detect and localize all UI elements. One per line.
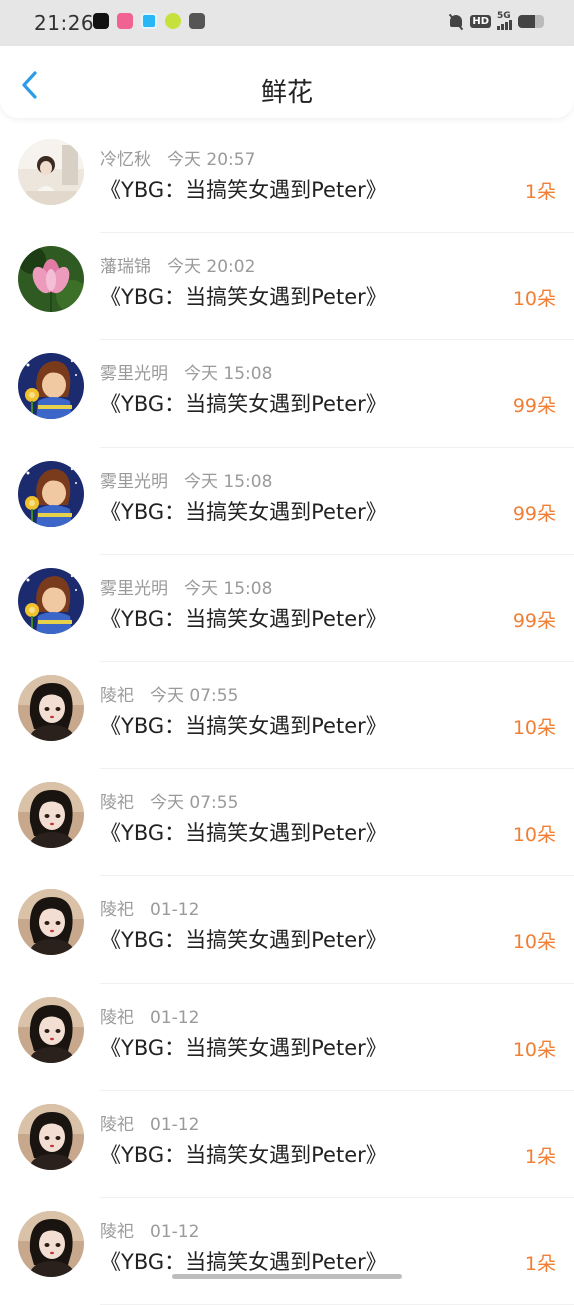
book-title[interactable]: 《YBG：当搞笑女遇到Peter》: [100, 281, 387, 311]
flower-count: 1朵: [524, 181, 556, 203]
flower-count: 10朵: [512, 1038, 556, 1061]
avatar[interactable]: [18, 567, 84, 634]
timestamp: 01-12: [150, 900, 200, 921]
avatar[interactable]: [18, 460, 84, 527]
mute-icon: [448, 13, 464, 30]
timestamp: 今天 15:08: [184, 578, 273, 599]
page-title: 鲜花: [260, 78, 313, 108]
list-item[interactable]: 陵祀 今天 07:55 《YBG：当搞笑女遇到Peter》 10朵: [0, 769, 574, 877]
list-item[interactable]: 陵祀 01-12 《YBG：当搞笑女遇到Peter》 10朵: [0, 876, 574, 984]
flower-count: 10朵: [512, 824, 556, 847]
flower-count: 1朵: [524, 1252, 556, 1275]
timestamp: 今天 07:55: [150, 685, 239, 706]
hd-badge: HD: [470, 15, 491, 28]
flower-count: 99朵: [512, 502, 556, 525]
avatar[interactable]: [18, 889, 84, 956]
book-title[interactable]: 《YBG：当搞笑女遇到Peter》: [100, 388, 387, 418]
avatar[interactable]: [18, 1103, 84, 1170]
app-icon: [189, 13, 205, 29]
list-item[interactable]: 陵祀 01-12 《YBG：当搞笑女遇到Peter》 1朵: [0, 1091, 574, 1199]
book-title[interactable]: 《YBG：当搞笑女遇到Peter》: [100, 1246, 387, 1276]
list-item[interactable]: 藩瑞锦 今天 20:02 《YBG：当搞笑女遇到Peter》 10朵: [0, 233, 574, 341]
flower-count: 99朵: [512, 609, 556, 632]
list-item[interactable]: 陵祀 今天 07:55 《YBG：当搞笑女遇到Peter》 10朵: [0, 662, 574, 770]
list-item[interactable]: 冷忆秋 今天 20:57 《YBG：当搞笑女遇到Peter》 1朵: [0, 126, 574, 234]
flower-count: 10朵: [512, 931, 556, 954]
avatar[interactable]: [18, 139, 84, 205]
book-title[interactable]: 《YBG：当搞笑女遇到Peter》: [100, 1139, 387, 1169]
timestamp: 今天 20:57: [167, 150, 256, 170]
flower-count: 10朵: [512, 288, 556, 311]
item-meta: 陵祀 01-12: [100, 1003, 199, 1028]
status-bar: 21:26 HD 5G: [0, 0, 574, 46]
flower-list: 冷忆秋 今天 20:57 《YBG：当搞笑女遇到Peter》 1朵 藩瑞锦 今天 20:0…: [0, 126, 574, 1305]
list-item[interactable]: 陵祀 01-12 《YBG：当搞笑女遇到Peter》 10朵: [0, 984, 574, 1091]
item-meta: 陵祀 01-12: [100, 895, 199, 920]
battery-icon: [518, 15, 544, 28]
user-name[interactable]: 冷忆秋: [100, 145, 151, 170]
list-item[interactable]: 雾里光明 今天 15:08 《YBG：当搞笑女遇到Peter》 99朵: [0, 555, 574, 663]
avatar[interactable]: [18, 674, 84, 741]
flower-count: 1朵: [524, 1145, 556, 1168]
list-item[interactable]: 陵祀 01-12 《YBG：当搞笑女遇到Peter》 1朵: [0, 1198, 574, 1305]
flower-count: 99朵: [512, 395, 556, 418]
tiktok-icon: [93, 13, 109, 29]
timestamp: 01-12: [150, 1007, 200, 1028]
header: 鲜花: [0, 46, 574, 118]
user-name[interactable]: 雾里光明: [100, 359, 168, 384]
book-title[interactable]: 《YBG：当搞笑女遇到Peter》: [100, 1032, 387, 1062]
user-name[interactable]: 陵祀: [100, 1217, 134, 1242]
user-name[interactable]: 陵祀: [100, 788, 134, 813]
timestamp: 今天 07:55: [150, 793, 239, 814]
user-name[interactable]: 藩瑞锦: [100, 252, 151, 277]
item-meta: 藩瑞锦 今天 20:02: [100, 252, 255, 277]
user-name[interactable]: 雾里光明: [100, 467, 168, 492]
item-meta: 雾里光明 今天 15:08: [100, 574, 272, 599]
notification-icons: [93, 13, 205, 29]
timestamp: 01-12: [150, 1114, 200, 1135]
app-icon: [141, 13, 157, 29]
status-time: 21:26: [34, 11, 95, 35]
item-meta: 冷忆秋 今天 20:57: [100, 145, 255, 170]
item-meta: 陵祀 01-12: [100, 1110, 199, 1135]
timestamp: 01-12: [150, 1221, 200, 1242]
flower-count: 10朵: [512, 716, 556, 739]
avatar[interactable]: [18, 246, 84, 313]
user-name[interactable]: 陵祀: [100, 895, 134, 920]
timestamp: 今天 20:02: [167, 257, 256, 278]
app-icon: [165, 13, 181, 29]
item-meta: 雾里光明 今天 15:08: [100, 359, 272, 384]
book-title[interactable]: 《YBG：当搞笑女遇到Peter》: [100, 603, 387, 633]
timestamp: 今天 15:08: [184, 471, 273, 492]
user-name[interactable]: 雾里光明: [100, 574, 168, 599]
list-item[interactable]: 雾里光明 今天 15:08 《YBG：当搞笑女遇到Peter》 99朵: [0, 340, 574, 448]
user-name[interactable]: 陵祀: [100, 1003, 134, 1028]
item-meta: 陵祀 01-12: [100, 1217, 199, 1242]
book-title[interactable]: 《YBG：当搞笑女遇到Peter》: [100, 174, 387, 204]
bilibili-icon: [117, 13, 133, 29]
user-name[interactable]: 陵祀: [100, 681, 134, 706]
book-title[interactable]: 《YBG：当搞笑女遇到Peter》: [100, 496, 387, 526]
item-meta: 陵祀 今天 07:55: [100, 788, 238, 813]
book-title[interactable]: 《YBG：当搞笑女遇到Peter》: [100, 710, 387, 740]
avatar[interactable]: [18, 1210, 84, 1277]
network-type: 5G: [497, 10, 511, 21]
item-meta: 陵祀 今天 07:55: [100, 681, 238, 706]
book-title[interactable]: 《YBG：当搞笑女遇到Peter》: [100, 817, 387, 847]
signal-icon: 5G: [497, 10, 512, 30]
item-meta: 雾里光明 今天 15:08: [100, 467, 272, 492]
avatar[interactable]: [18, 353, 84, 420]
system-icons: HD 5G: [448, 10, 544, 30]
list-item[interactable]: 雾里光明 今天 15:08 《YBG：当搞笑女遇到Peter》 99朵: [0, 448, 574, 555]
book-title[interactable]: 《YBG：当搞笑女遇到Peter》: [100, 924, 387, 954]
timestamp: 今天 15:08: [184, 364, 273, 385]
user-name[interactable]: 陵祀: [100, 1110, 134, 1135]
avatar[interactable]: [18, 996, 84, 1063]
home-indicator[interactable]: [172, 1274, 402, 1279]
avatar[interactable]: [18, 782, 84, 849]
